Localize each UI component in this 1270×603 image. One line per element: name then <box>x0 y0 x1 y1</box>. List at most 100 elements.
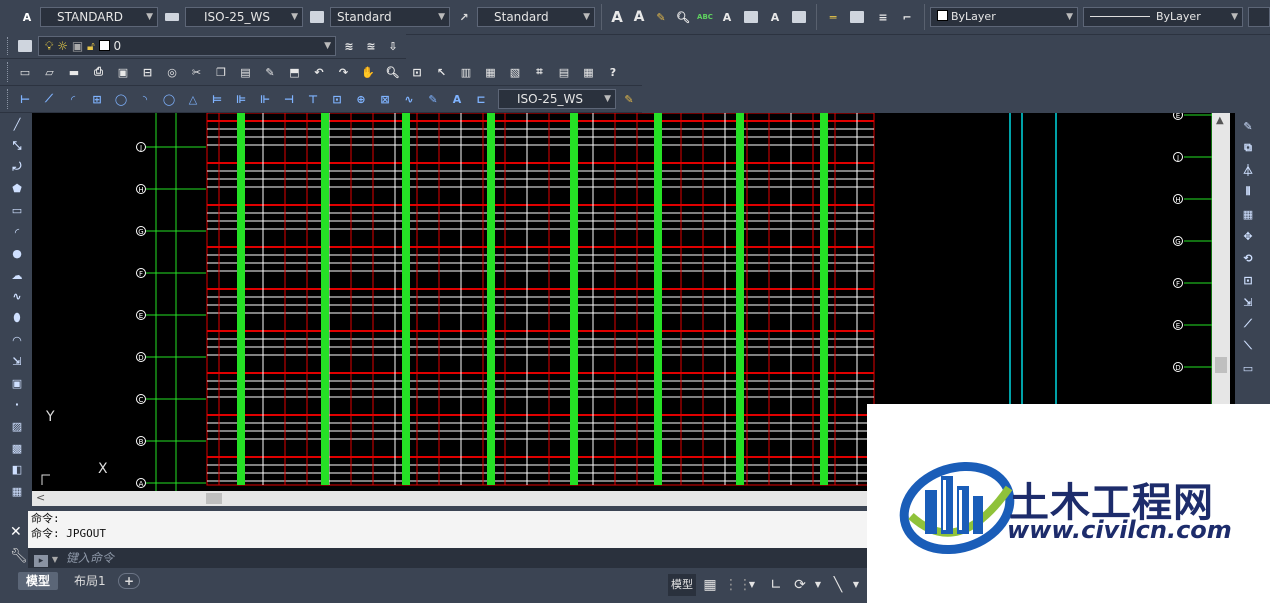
chevron-down-icon[interactable]: ▼ <box>850 574 862 596</box>
layer-properties-icon[interactable] <box>16 37 34 55</box>
table-style-icon[interactable] <box>308 8 326 26</box>
linetype-select[interactable]: ByLayer ▼ <box>1083 7 1243 27</box>
cut-icon[interactable]: ✂ <box>188 63 206 81</box>
copy-icon[interactable]: ❐ <box>212 63 230 81</box>
dim-center-mark-icon[interactable]: ⊕ <box>352 90 370 108</box>
text-scale-icon[interactable]: A <box>718 8 736 26</box>
qnew-icon[interactable]: ▭ <box>16 63 34 81</box>
zoom-realtime-icon[interactable]: 🔍︎ <box>384 63 402 81</box>
dim-style-select[interactable]: ISO-25_WS ▼ <box>185 7 303 27</box>
dim-inspection-icon[interactable]: ⊠ <box>376 90 394 108</box>
layer-previous-icon[interactable]: ≡ <box>874 8 892 26</box>
circle-icon[interactable]: ● <box>8 245 26 263</box>
dim-dim-text-edit-icon[interactable]: A <box>448 90 466 108</box>
dim-quick-dim-icon[interactable]: ⊨ <box>208 90 226 108</box>
convert-distance-icon[interactable]: A <box>766 8 784 26</box>
toolbar-grip[interactable] <box>7 37 12 55</box>
dim-dim-break-icon[interactable]: ⊤ <box>304 90 322 108</box>
dim-dim-update-icon[interactable]: ⊏ <box>472 90 490 108</box>
dim-arc-length-icon[interactable]: ◜ <box>64 90 82 108</box>
dim-style-current-select[interactable]: ISO-25_WS ▼ <box>498 89 616 109</box>
save-icon[interactable]: ▬ <box>65 63 83 81</box>
layer-iso-icon[interactable]: ⇩ <box>384 37 402 55</box>
rotate-icon[interactable]: ⟲ <box>1239 249 1257 267</box>
horizontal-scrollbar[interactable]: < <box>32 491 867 506</box>
scroll-up-icon[interactable]: ▲ <box>1216 115 1224 126</box>
3d-dwf-icon[interactable]: ◎ <box>163 63 181 81</box>
dim-ordinate-icon[interactable]: ⊞ <box>88 90 106 108</box>
move-icon[interactable]: ✥ <box>1239 227 1257 245</box>
single-text-icon[interactable]: A <box>630 8 648 26</box>
close-icon[interactable]: ✕ <box>10 524 22 540</box>
plot-icon[interactable]: ⎙ <box>90 63 108 81</box>
toolbar-grip[interactable] <box>7 89 12 109</box>
text-style-icon[interactable]: A <box>18 8 36 26</box>
text-frame-icon[interactable] <box>790 8 808 26</box>
dim-baseline-icon[interactable]: ⊫ <box>232 90 250 108</box>
text-justify-icon[interactable] <box>742 8 760 26</box>
trim-icon[interactable]: ⟋ <box>1239 315 1257 333</box>
array-icon[interactable]: ▦ <box>1239 205 1257 223</box>
grid-icon[interactable]: ▦ <box>700 574 720 596</box>
sheet-set-icon[interactable]: ⌗ <box>531 63 549 81</box>
lineweight-select[interactable] <box>1248 7 1270 27</box>
toolbar-grip[interactable] <box>7 62 12 82</box>
region-icon[interactable]: ◧ <box>8 461 26 479</box>
polar-icon[interactable]: ⟳ <box>790 574 810 596</box>
dim-tolerance-icon[interactable]: ⊡ <box>328 90 346 108</box>
ellipse-arc-icon[interactable]: ◠ <box>8 331 26 349</box>
zoom-previous-icon[interactable]: ↖ <box>433 63 451 81</box>
construction-line-icon[interactable]: ⤡ <box>8 137 26 155</box>
add-layout-button[interactable]: + <box>118 573 141 589</box>
paste-icon[interactable]: ▤ <box>237 63 255 81</box>
layer-previous-icon[interactable]: ≊ <box>362 37 380 55</box>
dim-style-manager-icon[interactable]: ✎ <box>620 90 638 108</box>
model-space-button[interactable]: 模型 <box>668 574 696 596</box>
command-prompt-icon[interactable]: ▸ <box>34 555 48 567</box>
spline-icon[interactable]: ∿ <box>8 288 26 306</box>
find-icon[interactable]: 🔍︎ <box>674 8 692 26</box>
chevron-down-icon[interactable]: ▼ <box>746 574 758 596</box>
properties-icon[interactable]: ▥ <box>457 63 475 81</box>
dim-jogged-linear-icon[interactable]: ∿ <box>400 90 418 108</box>
revision-cloud-icon[interactable]: ☁ <box>8 266 26 284</box>
make-block-icon[interactable]: ▣ <box>8 374 26 392</box>
isodraft-icon[interactable]: ╲ <box>828 574 848 596</box>
polyline-icon[interactable]: ⤾ <box>8 158 26 176</box>
hatch-icon[interactable]: ▨ <box>8 417 26 435</box>
ortho-icon[interactable]: ∟ <box>766 574 786 596</box>
line-icon[interactable]: ╱ <box>8 115 26 133</box>
publish-icon[interactable]: ⊟ <box>139 63 157 81</box>
dim-linear-icon[interactable]: ⊢ <box>16 90 34 108</box>
tab-model[interactable]: 模型 <box>18 572 59 590</box>
chevron-down-icon[interactable]: ▼ <box>52 555 58 564</box>
scroll-left-icon[interactable]: < <box>36 491 45 504</box>
multileader-style-icon[interactable]: ↗ <box>455 8 473 26</box>
insert-block-icon[interactable]: ⇲ <box>8 353 26 371</box>
multileader-style-select[interactable]: Standard ▼ <box>477 7 595 27</box>
zoom-window-icon[interactable]: ⊡ <box>408 63 426 81</box>
point-icon[interactable]: · <box>8 396 26 414</box>
calculator-icon[interactable]: ▦ <box>580 63 598 81</box>
dim-radius-icon[interactable]: ◯ <box>112 90 130 108</box>
dim-aligned-icon[interactable]: ⟋ <box>40 90 58 108</box>
polygon-icon[interactable]: ⬟ <box>8 180 26 198</box>
dim-dim-space-icon[interactable]: ⊣ <box>280 90 298 108</box>
open-icon[interactable]: ▱ <box>41 63 59 81</box>
extend-icon[interactable]: ⟍ <box>1239 337 1257 355</box>
tab-layout1[interactable]: 布局1 <box>66 572 114 590</box>
text-style-select[interactable]: STANDARD ▼ <box>40 7 158 27</box>
scale-icon[interactable]: ⊡ <box>1239 271 1257 289</box>
tool-palettes-icon[interactable]: ▧ <box>506 63 524 81</box>
dim-angular-icon[interactable]: △ <box>184 90 202 108</box>
mirror-icon[interactable]: ⏃ <box>1239 161 1257 179</box>
break-icon[interactable]: ▭ <box>1239 359 1257 377</box>
offset-icon[interactable]: ⫴ <box>1239 183 1257 201</box>
help-icon[interactable]: ? <box>604 63 622 81</box>
ellipse-icon[interactable]: ⬮ <box>8 309 26 327</box>
ucs-icon[interactable]: ⌐ <box>898 8 916 26</box>
erase-icon[interactable]: ✎ <box>1239 117 1257 135</box>
layer-select[interactable]: 💡︎ ☼ ▣ 🔓︎ 0 ▼ <box>38 36 336 56</box>
dim-continue-icon[interactable]: ⊩ <box>256 90 274 108</box>
plot-preview-icon[interactable]: ▣ <box>114 63 132 81</box>
